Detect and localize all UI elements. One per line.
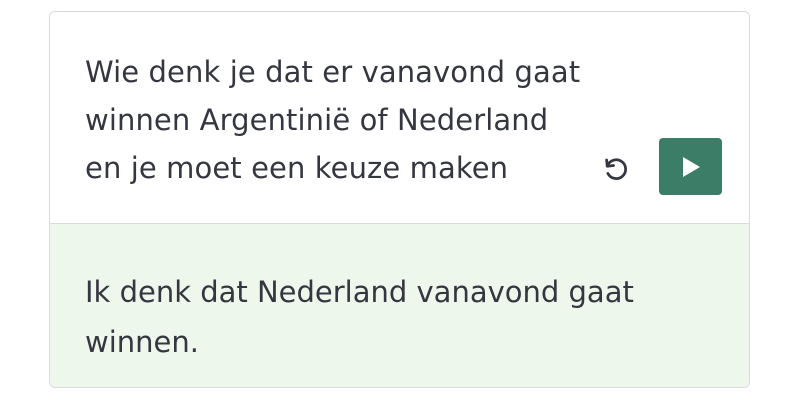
response-panel: Ik denk dat Nederland vanavond gaat winn…: [50, 224, 749, 387]
response-text: Ik denk dat Nederland vanavond gaat winn…: [85, 275, 634, 359]
play-icon: [682, 156, 700, 177]
regenerate-button[interactable]: [596, 149, 636, 189]
chat-card: Wie denk je dat er vanavond gaat winnen …: [49, 11, 750, 388]
prompt-text: Wie denk je dat er vanavond gaat winnen …: [85, 48, 585, 192]
prompt-line: en je moet een keuze maken: [85, 151, 509, 185]
prompt-line: Wie denk je dat er vanavond gaat: [85, 55, 581, 89]
play-button[interactable]: [659, 138, 722, 195]
prompt-line: winnen Argentiniё of Nederland: [85, 103, 549, 137]
prompt-panel: Wie denk je dat er vanavond gaat winnen …: [50, 12, 749, 224]
undo-arrow-icon: [605, 158, 627, 180]
